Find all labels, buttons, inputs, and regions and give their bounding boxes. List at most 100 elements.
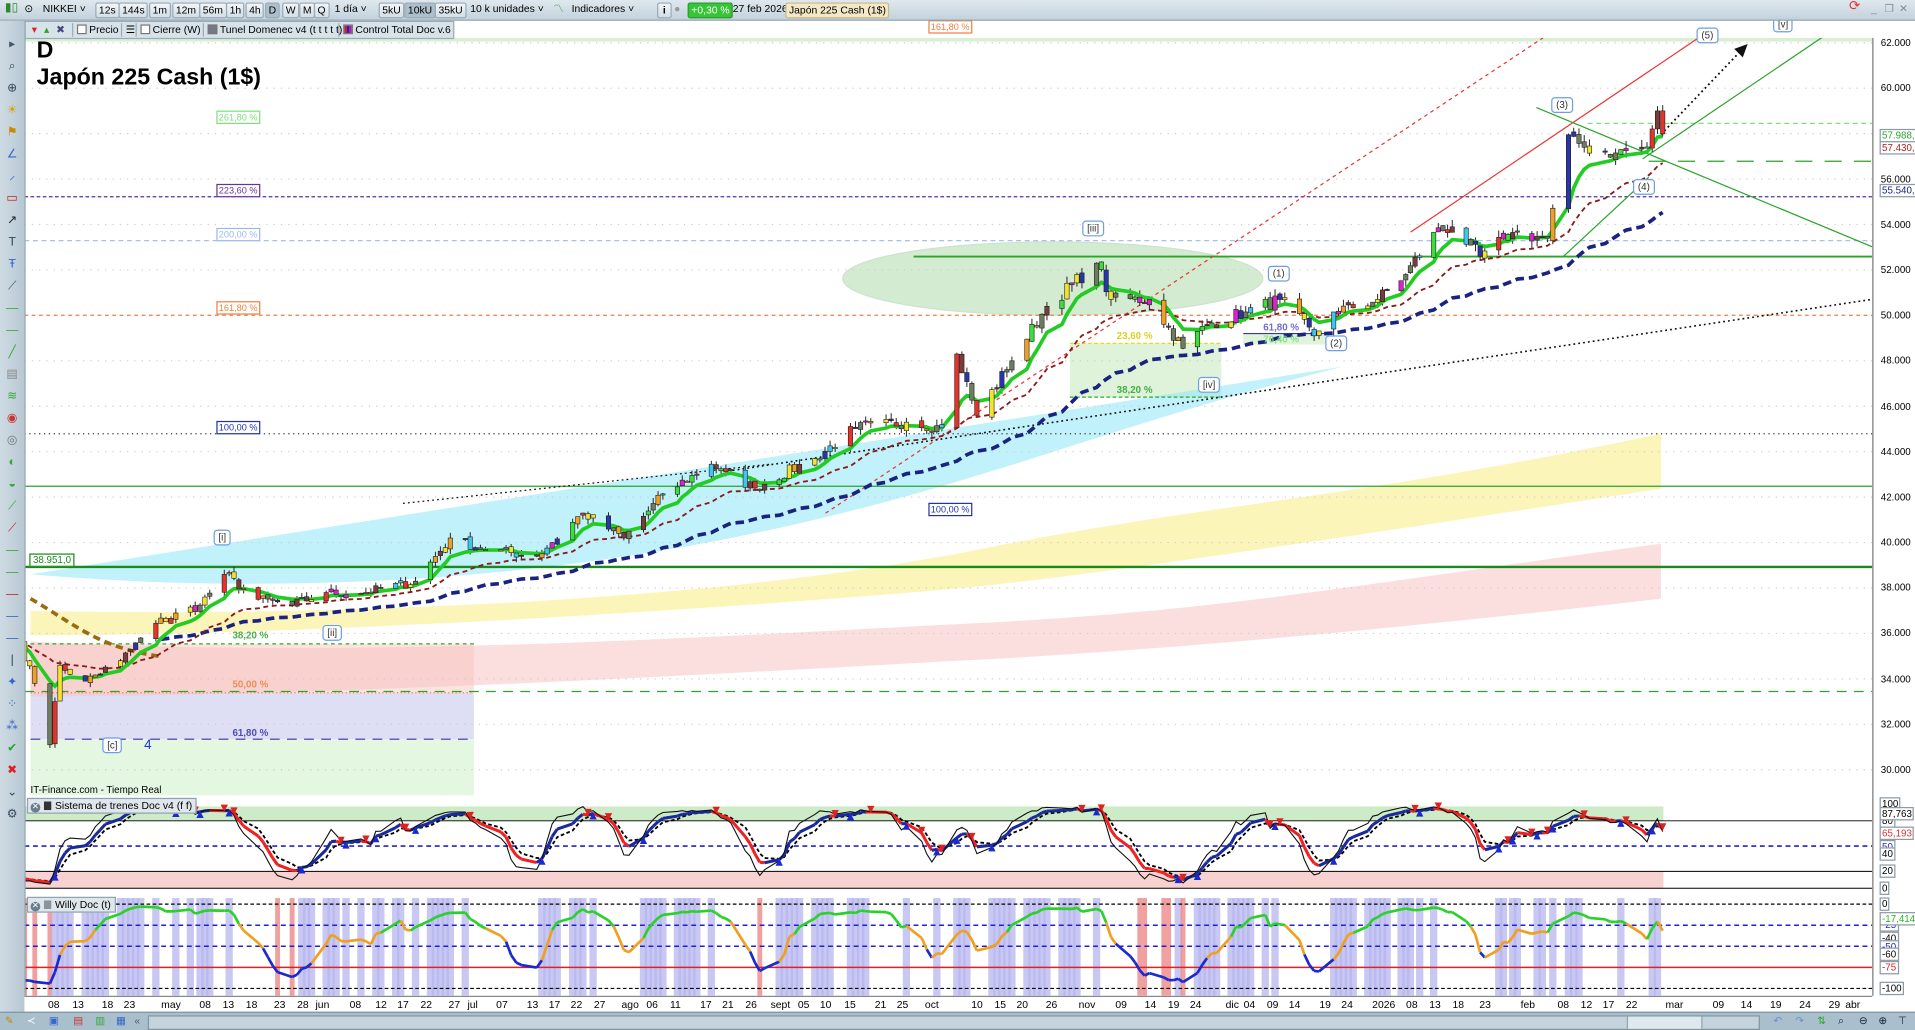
line-red-tool-icon[interactable]: ⟋ — [4, 522, 21, 537]
cursor-tool-icon[interactable]: ▸ — [4, 38, 21, 53]
comment-icon[interactable]: ▣ — [49, 1014, 59, 1027]
list-icon[interactable]: ☰ — [120, 23, 135, 37]
close-icon[interactable]: ✕ — [1899, 2, 1908, 15]
channel-tool-icon[interactable]: ╱ — [4, 346, 21, 361]
ruler-tool-icon[interactable]: ▤ — [4, 368, 21, 383]
rectangle-tool-icon[interactable]: ▭ — [4, 192, 21, 207]
indicators-button[interactable]: 〽 Indicadores ˅ — [552, 2, 637, 15]
timeframe-button-1h[interactable]: 1h — [225, 2, 245, 19]
link-icon[interactable]: ⊙ — [24, 2, 33, 15]
timeframe-button-q[interactable]: Q — [313, 2, 330, 19]
restore-icon[interactable]: ❐ — [1884, 2, 1893, 15]
wave-label[interactable]: [iii] — [1082, 220, 1104, 237]
scrollbar-thumb[interactable] — [1626, 1016, 1703, 1029]
wave-label[interactable]: [ii] — [322, 624, 342, 641]
hline2-tool-icon[interactable]: — — [4, 324, 21, 339]
wave-label[interactable]: (1) — [1267, 265, 1290, 282]
collapse-icon[interactable]: « — [134, 1014, 140, 1027]
checkbox-icon[interactable] — [140, 24, 151, 35]
legend-precio[interactable]: Precio — [72, 23, 119, 37]
draw-icon[interactable]: ✎ — [5, 1014, 14, 1027]
legend-tunel[interactable]: Tunel Domenec v4 (t t t t t) — [202, 23, 342, 37]
arrow-tool-icon[interactable]: ↗ — [4, 214, 21, 229]
timeframe-button-144s[interactable]: 144s — [118, 2, 149, 19]
checkbox-icon[interactable] — [76, 24, 87, 35]
level-tool-icon[interactable]: — — [4, 544, 21, 559]
chart-type-icon[interactable]: ▮▯ — [5, 1, 18, 14]
level3-tool-icon[interactable]: — — [4, 588, 21, 603]
level5-tool-icon[interactable]: — — [4, 632, 21, 647]
timeframe-button-w[interactable]: W — [282, 2, 300, 19]
wave-label[interactable]: [i] — [213, 529, 231, 546]
timeframe-button-d[interactable]: D — [265, 2, 280, 19]
refresh-icon[interactable]: ⟳ — [1849, 0, 1860, 13]
wave-label[interactable]: [iv] — [1197, 376, 1221, 393]
wave-label[interactable]: (2) — [1325, 335, 1347, 352]
close-panel-icon[interactable]: ✕ — [30, 802, 41, 813]
info-button[interactable]: i — [657, 2, 672, 19]
report-icon[interactable]: ▤ — [73, 1014, 83, 1027]
redo-icon[interactable]: ↷ — [1795, 1014, 1804, 1027]
remove-icon[interactable]: ▾ — [28, 23, 37, 36]
ray-tool-icon[interactable]: ⟋ — [4, 280, 21, 295]
level4-tool-icon[interactable]: — — [4, 610, 21, 625]
autoscale-icon[interactable]: ⇅ — [1817, 1014, 1826, 1027]
crosshair-tool-icon[interactable]: ⊕ — [4, 82, 21, 97]
zoom-out-icon[interactable]: ⊖ — [1859, 1014, 1868, 1027]
hline-tool-icon[interactable]: — — [4, 302, 21, 317]
ellipse-tool-icon[interactable]: ◉ — [4, 412, 21, 427]
minimize-icon[interactable]: _ — [1871, 2, 1877, 15]
vline-tool-icon[interactable]: | — [4, 654, 21, 669]
unit-button-5ku[interactable]: 5kU — [378, 2, 405, 19]
panel2-header[interactable]: ✕ Willy Doc (t) — [26, 896, 116, 913]
timeframe-button-12s[interactable]: 12s — [95, 2, 120, 19]
close-panel-icon[interactable]: ✕ — [30, 901, 41, 912]
wave-tool-icon[interactable]: ⁂ — [4, 720, 21, 735]
symbol-select[interactable]: NIKKEI ˅ — [40, 2, 86, 15]
magnet-tool-icon[interactable]: ☀ — [4, 104, 21, 119]
wave-label[interactable]: (5) — [1696, 27, 1719, 44]
more-tool-icon[interactable]: ⌄ — [4, 786, 21, 801]
points-tool-icon[interactable]: ⁘ — [4, 698, 21, 713]
unit-button-10ku[interactable]: 10kU — [404, 2, 436, 19]
pattern-tool-icon[interactable]: ✦ — [4, 676, 21, 691]
flag-tool-icon[interactable]: ⚑ — [4, 126, 21, 141]
timeframe-button-m[interactable]: M — [299, 2, 316, 19]
settings-icon[interactable]: ✖ — [53, 23, 65, 36]
timeframe-button-12m[interactable]: 12m — [172, 2, 200, 19]
text-tool-icon[interactable]: T — [4, 236, 21, 251]
level2-tool-icon[interactable]: — — [4, 566, 21, 581]
wave-label[interactable]: (4) — [1633, 178, 1655, 195]
timeframe-button-4h[interactable]: 4h — [245, 2, 265, 19]
wave-label[interactable]: [c] — [102, 737, 123, 754]
timeframe-button-1m[interactable]: 1m — [148, 2, 171, 19]
arc-tool-icon[interactable]: ◐ — [4, 456, 21, 471]
panel1-header[interactable]: ✕ Sistema de trenes Doc v4 (f f) — [26, 797, 198, 814]
undo-icon[interactable]: ↶ — [1773, 1014, 1782, 1027]
legend-control[interactable]: Control Total Doc v.6 — [338, 23, 451, 37]
circle-tool-icon[interactable]: ◎ — [4, 434, 21, 449]
trendline-tool-icon[interactable]: ⸝ — [4, 170, 21, 185]
horizontal-scrollbar[interactable] — [147, 1015, 1760, 1030]
settings-tool-icon[interactable]: ⚙ — [4, 808, 21, 823]
window-icon[interactable]: ▦ — [116, 1014, 126, 1027]
arc2-tool-icon[interactable]: ◒ — [4, 478, 21, 493]
unit-button-35ku[interactable]: 35kU — [434, 2, 467, 19]
zoom-fit-icon[interactable]: ⌕ — [1838, 1014, 1844, 1027]
ruler-icon[interactable]: ⊤ — [1898, 1014, 1907, 1027]
date-axis[interactable]: 08 13 18 23 may 08 13 18 23 28 jun 08 12 17 22 27 jul 07 1… — [24, 995, 1873, 1013]
share-icon[interactable]: ≺ — [27, 1014, 36, 1027]
timeframe-button-56m[interactable]: 56m — [199, 2, 227, 19]
legend-cierre[interactable]: Cierre (W) — [135, 23, 201, 37]
delete-tool-icon[interactable]: ✖ — [4, 764, 21, 779]
angle-tool-icon[interactable]: ∠ — [4, 148, 21, 163]
compare-icon[interactable]: ▥ — [95, 1014, 105, 1027]
zoom-in-icon[interactable]: ⊕ — [1878, 1014, 1887, 1027]
period-select[interactable]: 1 día ˅ — [332, 2, 369, 15]
zoom-tool-icon[interactable]: ⌕ — [4, 60, 21, 75]
fib-tool-icon[interactable]: ≋ — [4, 390, 21, 405]
add-icon[interactable]: ▴ — [40, 23, 49, 36]
units-select[interactable]: 10 k unidades ˅ — [468, 2, 546, 15]
label-tool-icon[interactable]: Ŧ — [4, 258, 21, 273]
check-tool-icon[interactable]: ✔ — [4, 742, 21, 757]
